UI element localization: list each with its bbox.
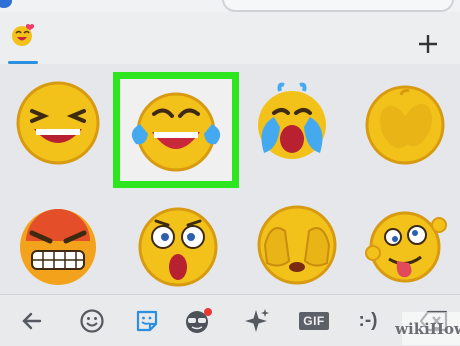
sticker-shocked[interactable] bbox=[123, 188, 233, 298]
sticker-pack-bar bbox=[0, 12, 460, 65]
grinning-squint-emoji-sticker bbox=[16, 81, 100, 165]
shocked-emoji-sticker bbox=[138, 207, 218, 287]
keyboard-bottom-toolbar: GIF :-) bbox=[0, 294, 460, 346]
angry-grimace-emoji-sticker bbox=[20, 209, 96, 285]
add-sticker-pack-button[interactable] bbox=[410, 26, 446, 62]
search-field[interactable] bbox=[222, 0, 454, 12]
emoticon-tab[interactable]: :-) bbox=[348, 301, 388, 341]
sticker-grinning-squint[interactable] bbox=[3, 66, 113, 176]
effects-tab[interactable] bbox=[236, 301, 276, 341]
sticker-face-palm[interactable] bbox=[240, 188, 350, 298]
sunglasses-face-icon bbox=[186, 308, 212, 333]
face-palm-emoji-sticker bbox=[257, 205, 337, 285]
sticker-icon bbox=[136, 310, 158, 332]
shy-peeking-emoji-sticker bbox=[365, 85, 445, 165]
back-button[interactable] bbox=[12, 301, 52, 341]
tears-of-joy-emoji-sticker bbox=[131, 92, 221, 172]
laughing-heart-emoji-icon bbox=[12, 24, 35, 46]
sticker-tab[interactable] bbox=[127, 301, 167, 341]
gif-tab[interactable]: GIF bbox=[294, 301, 334, 341]
sticker-shy-peeking[interactable] bbox=[350, 66, 460, 176]
silly-tongue-out-emoji-sticker bbox=[365, 211, 447, 283]
loudly-crying-emoji-sticker bbox=[258, 82, 326, 159]
sticker-tears-of-joy[interactable] bbox=[113, 72, 239, 188]
gif-label: GIF bbox=[299, 312, 329, 330]
sticker-loudly-crying[interactable] bbox=[237, 66, 347, 176]
emoji-tab[interactable] bbox=[72, 301, 112, 341]
plus-icon bbox=[419, 35, 437, 53]
sticker-angry-grimace[interactable] bbox=[3, 188, 113, 298]
sparkles-icon bbox=[245, 309, 269, 332]
sticker-grid bbox=[0, 64, 460, 294]
sticker-silly-tongue-out[interactable] bbox=[350, 188, 460, 298]
back-arrow-icon bbox=[22, 312, 42, 330]
emoticon-label: :-) bbox=[358, 310, 378, 331]
profile-icon bbox=[0, 0, 12, 8]
smiley-icon bbox=[80, 309, 104, 333]
bitmoji-tab[interactable] bbox=[178, 301, 218, 341]
sticker-pack-tab[interactable] bbox=[8, 22, 38, 64]
wikihow-watermark: wikiHow bbox=[395, 312, 460, 345]
